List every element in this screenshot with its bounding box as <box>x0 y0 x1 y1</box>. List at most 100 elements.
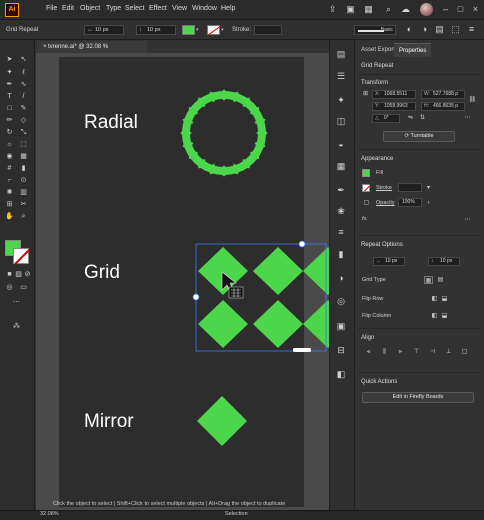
panel-divider <box>358 235 480 236</box>
flip-column-vertical-icon[interactable]: ⬓ <box>440 312 449 320</box>
appearance-stroke-swatch[interactable] <box>362 184 370 192</box>
spacing-slider-handle[interactable] <box>293 348 311 352</box>
quick-actions-title: Quick Actions <box>361 379 398 385</box>
y-value: 1058.9963 <box>384 103 408 109</box>
rotate-field[interactable]: △ 0° <box>372 114 400 123</box>
tab-properties[interactable]: Properties <box>394 43 432 57</box>
color-guide-icon[interactable]: ◒ <box>335 138 347 150</box>
reference-point-icon[interactable]: ⊞ <box>361 90 370 98</box>
x-value: 1068.5511 <box>384 91 408 97</box>
more-options-icon[interactable]: ⋯ <box>463 114 472 122</box>
radial-diamond <box>188 106 198 116</box>
selected-object-title: Grid Repeat <box>361 63 394 69</box>
panel-divider <box>358 372 480 373</box>
opacity-icon: ▢ <box>363 200 370 206</box>
radial-diamond <box>188 150 198 160</box>
turntable-label: Turntable <box>410 133 434 139</box>
transparency-icon[interactable]: ◑ <box>335 272 347 284</box>
align-section-title: Align <box>361 335 375 341</box>
grid-diamond[interactable] <box>253 300 303 348</box>
repeat-h-spacing-field[interactable]: ↔ 10 px <box>373 257 405 266</box>
grid-type-icon[interactable]: ▦ <box>424 276 433 284</box>
grid-type-brick-icon[interactable]: ▤ <box>436 276 445 284</box>
align-bottom-icon[interactable]: ⊥ <box>444 348 453 356</box>
radial-ring <box>182 91 266 175</box>
appearance-more-icon[interactable]: ⋯ <box>463 216 472 224</box>
libraries-icon[interactable]: ▤ <box>335 48 347 60</box>
align-panel-icon[interactable]: ⊟ <box>335 344 347 356</box>
turntable-button[interactable]: ⟳ Turntable <box>383 131 455 142</box>
align-left-icon[interactable]: ⫷ <box>364 348 373 356</box>
image-trace-icon[interactable]: ◫ <box>335 115 347 127</box>
panel-divider <box>358 328 480 329</box>
transform-section-title: Transform <box>361 80 389 86</box>
graphic-styles-icon[interactable]: ▣ <box>335 320 347 332</box>
flip-row-vertical-icon[interactable]: ⬓ <box>440 295 449 303</box>
horizontal-spacing-icon: ↔ <box>376 258 381 264</box>
flip-vertical-icon[interactable]: ⇅ <box>418 114 427 122</box>
width-value: 527.7688 p <box>433 91 459 97</box>
radial-diamond <box>241 159 251 169</box>
repeat-v-spacing-field[interactable]: ↕ 10 px <box>428 257 460 266</box>
h-label: H: <box>424 103 429 109</box>
row-height-handle[interactable] <box>192 293 200 301</box>
x-field[interactable]: X: 1068.5511 <box>372 90 416 99</box>
grid-move-cursor-icon <box>228 286 244 299</box>
stroke-panel-icon[interactable]: ≡ <box>335 226 347 238</box>
y-field[interactable]: Y: 1058.9963 <box>372 102 416 111</box>
mirror-repeat-artwork[interactable] <box>197 396 247 446</box>
layers-icon[interactable]: ☰ <box>335 70 347 82</box>
fill-label: Fill <box>376 170 384 176</box>
stroke-weight-dropdown-icon[interactable]: ▾ <box>424 184 433 192</box>
panel-divider <box>358 149 480 150</box>
panel-divider <box>358 74 480 75</box>
generative-icon[interactable]: ✦ <box>335 94 347 106</box>
grid-diamond[interactable] <box>253 247 303 295</box>
opacity-value: 100% <box>402 199 415 205</box>
height-value: 466.8635 p <box>433 103 459 109</box>
align-horizontal-center-icon[interactable]: ⫼ <box>380 348 389 356</box>
repeat-v-spacing-value: 10 px <box>440 258 453 264</box>
radial-diamond <box>250 106 260 116</box>
align-right-icon[interactable]: ⫸ <box>396 348 405 356</box>
width-field[interactable]: W: 527.7688 p <box>421 90 465 99</box>
flip-column-label: Flip Column <box>362 313 392 319</box>
appearance-panel-icon[interactable]: ◎ <box>335 295 347 307</box>
zoom-level[interactable]: 32.08% <box>40 511 59 517</box>
gradient-panel-icon[interactable]: ▮ <box>335 248 347 260</box>
grid-diamond[interactable] <box>198 300 248 348</box>
grid-type-label: Grid Type <box>362 277 386 283</box>
rotate-value: 0° <box>384 115 389 121</box>
symbols-icon[interactable]: ❀ <box>335 205 347 217</box>
fx-button[interactable]: fx. <box>362 216 368 222</box>
opacity-link[interactable]: Opacity <box>376 200 395 206</box>
opacity-dropdown-icon[interactable]: › <box>424 199 433 207</box>
stroke-link[interactable]: Stroke <box>376 185 392 191</box>
radial-diamond <box>197 97 207 107</box>
constrain-proportions-icon[interactable]: ⛓ <box>468 96 477 104</box>
height-field[interactable]: H: 466.8635 p <box>421 102 465 111</box>
align-vertical-center-icon[interactable]: ⊣ <box>428 348 437 356</box>
swatches-icon[interactable]: ▦ <box>335 160 347 172</box>
rotate-icon: △ <box>375 115 379 121</box>
flip-horizontal-icon[interactable]: ⇋ <box>406 114 415 122</box>
brushes-icon[interactable]: ✒ <box>335 184 347 196</box>
flip-row-label: Flip Row <box>362 296 384 302</box>
pathfinder-icon[interactable]: ◧ <box>335 368 347 380</box>
status-hint: Click the object to select | Shift+Click… <box>53 501 286 507</box>
edit-in-firefly-boards-button[interactable]: Edit in Firefly Boards <box>362 392 474 403</box>
appearance-fill-swatch[interactable] <box>362 169 370 177</box>
x-label: X: <box>375 91 380 97</box>
align-top-icon[interactable]: ⊤ <box>412 348 421 356</box>
stroke-weight-input[interactable] <box>398 183 422 192</box>
status-mode[interactable]: Selection <box>225 511 248 517</box>
radial-diamond <box>250 150 260 160</box>
align-to-icon[interactable]: ▢ <box>460 348 469 356</box>
opacity-input[interactable]: 100% <box>398 198 422 207</box>
flip-row-horizontal-icon[interactable]: ◧ <box>430 295 439 303</box>
repeat-h-spacing-value: 10 px <box>385 258 398 264</box>
repeat-options-title: Repeat Options <box>361 242 403 248</box>
column-width-handle[interactable] <box>298 240 306 248</box>
flip-column-horizontal-icon[interactable]: ◧ <box>430 312 439 320</box>
radial-repeat-artwork[interactable] <box>180 89 268 177</box>
